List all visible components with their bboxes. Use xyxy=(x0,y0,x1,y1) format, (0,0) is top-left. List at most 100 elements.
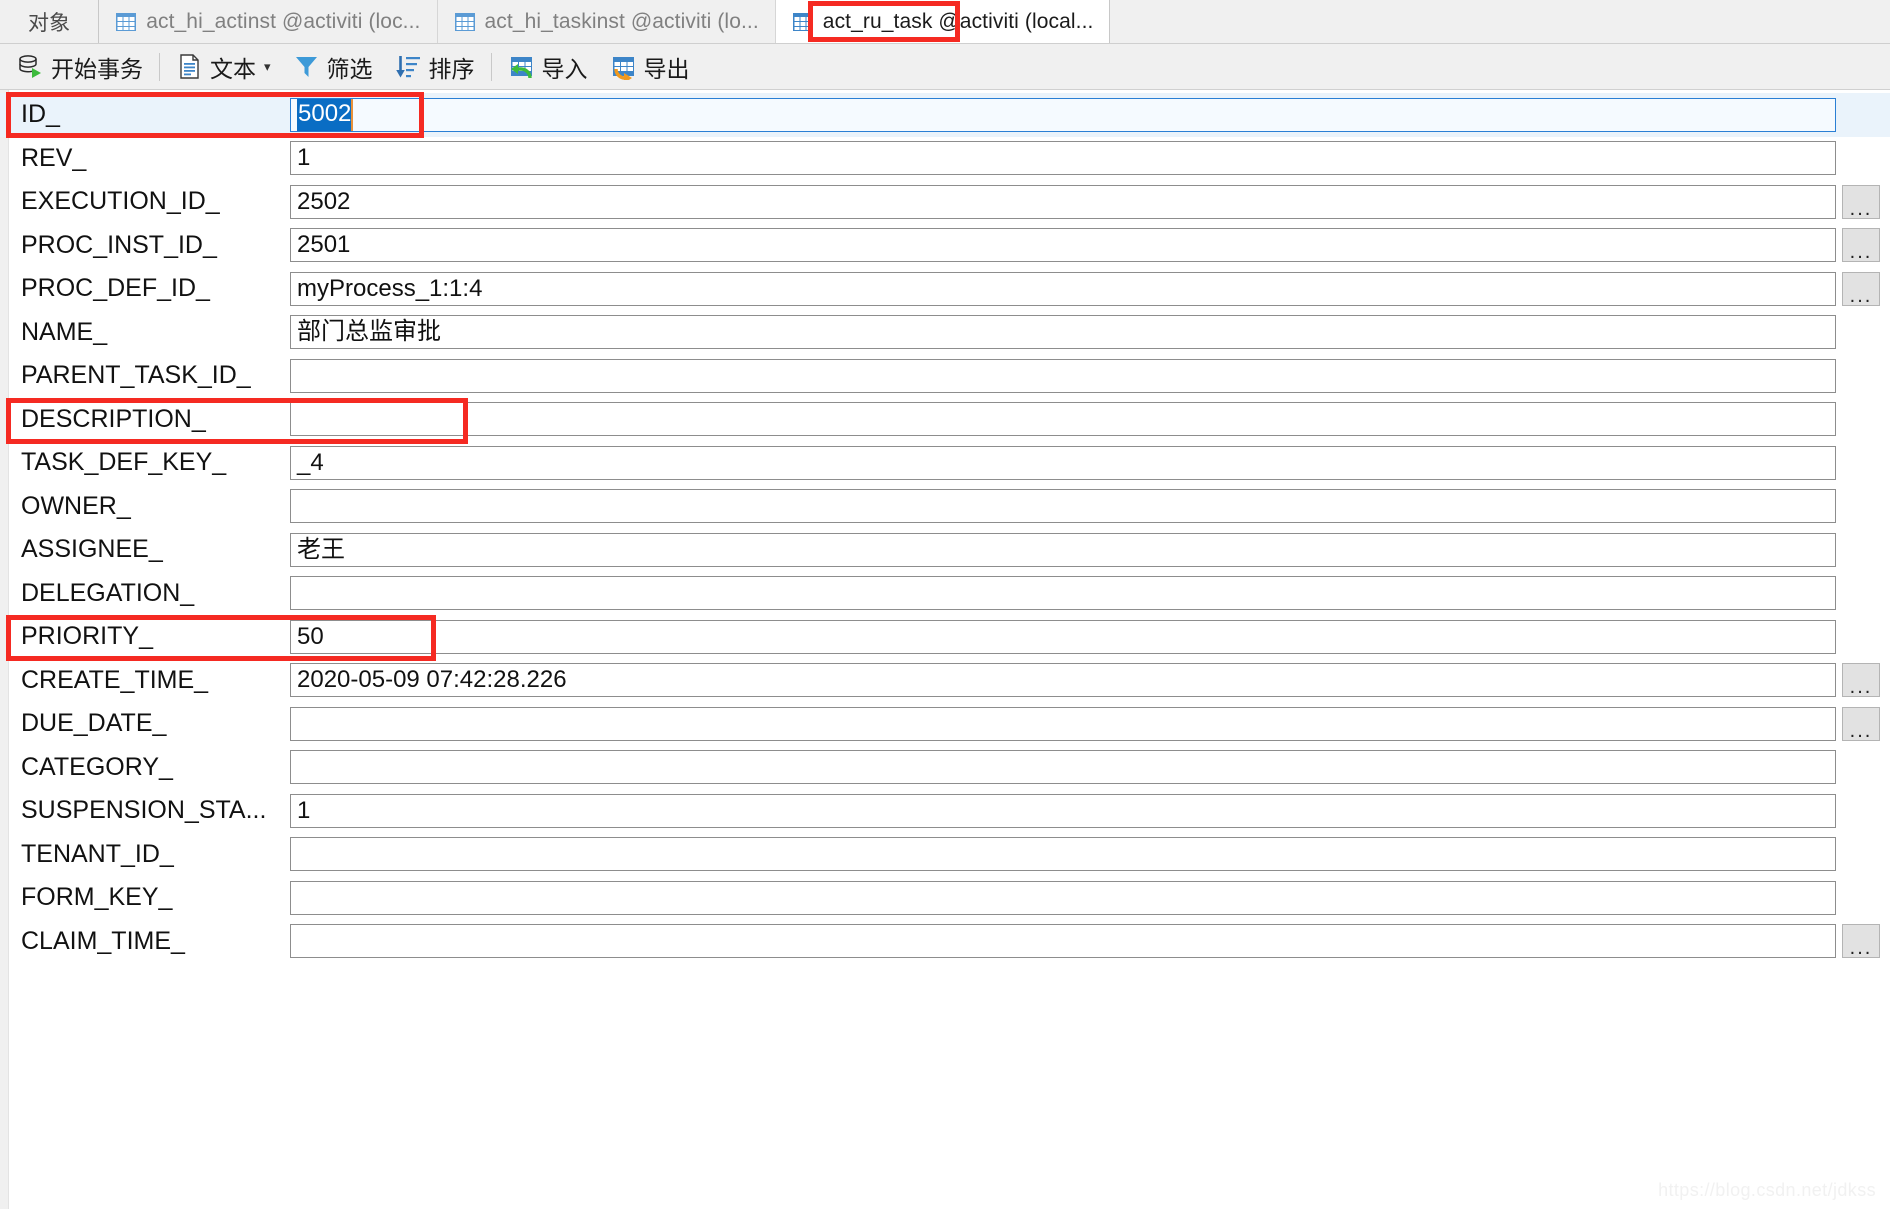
field-input[interactable]: 5002 xyxy=(290,97,1836,132)
ellipsis-button-spacer xyxy=(1842,794,1880,828)
ellipsis-button[interactable]: ... xyxy=(1842,663,1880,698)
field-input[interactable] xyxy=(290,924,1836,959)
field-input[interactable]: 1 xyxy=(290,141,1836,176)
field-label: DUE_DATE_ xyxy=(21,709,167,738)
field-row-form-key[interactable]: FORM_KEY_ xyxy=(0,876,1890,920)
field-input[interactable] xyxy=(290,576,1836,611)
field-row-parent-task-id[interactable]: PARENT_TASK_ID_ xyxy=(0,354,1890,398)
text-label: 文本 xyxy=(210,55,256,82)
field-input[interactable] xyxy=(290,706,1836,741)
field-row-proc-def-id[interactable]: PROC_DEF_ID_ myProcess_1:1:4... xyxy=(0,267,1890,311)
tab-act-ru-task[interactable]: act_ru_task @activiti (local... xyxy=(775,0,1111,43)
field-row-due-date[interactable]: DUE_DATE_... xyxy=(0,702,1890,746)
export-icon xyxy=(610,53,637,83)
field-input[interactable]: 2020-05-09 07:42:28.226 xyxy=(290,663,1836,698)
field-wrapper: ... xyxy=(290,920,1890,964)
filter-icon xyxy=(293,53,320,80)
field-label: CATEGORY_ xyxy=(21,752,173,781)
field-wrapper: 老王 xyxy=(290,528,1890,572)
text-icon xyxy=(176,53,203,80)
field-input[interactable] xyxy=(290,880,1836,915)
filter-label: 筛选 xyxy=(326,55,373,82)
table-icon xyxy=(115,11,137,33)
text-button[interactable]: 文本 ▾ xyxy=(165,47,282,87)
field-wrapper: 1 xyxy=(290,137,1890,181)
field-row-task-def-key[interactable]: TASK_DEF_KEY_ _4 xyxy=(0,441,1890,485)
field-input[interactable] xyxy=(290,489,1836,524)
field-row-assignee[interactable]: ASSIGNEE_ 老王 xyxy=(0,528,1890,572)
tab-objects[interactable]: 对象 xyxy=(0,0,100,43)
field-row-priority[interactable]: PRIORITY_ 50 xyxy=(0,615,1890,659)
begin-transaction-icon xyxy=(17,53,44,80)
field-row-owner[interactable]: OWNER_ xyxy=(0,485,1890,529)
field-wrapper: _4 xyxy=(290,441,1890,485)
field-row-create-time[interactable]: CREATE_TIME_ 2020-05-09 07:42:28.226... xyxy=(0,659,1890,703)
navicat-table-form-window: 对象 act_hi_actinst @activiti (loc... act_… xyxy=(0,0,1890,1209)
field-wrapper: 50 xyxy=(290,615,1890,659)
field-input[interactable]: 1 xyxy=(290,793,1836,828)
field-row-name[interactable]: NAME_ 部门总监审批 xyxy=(0,311,1890,355)
ellipsis-button[interactable]: ... xyxy=(1842,228,1880,263)
field-row-rev[interactable]: REV_ 1 xyxy=(0,137,1890,181)
ellipsis-button[interactable]: ... xyxy=(1842,184,1880,219)
tab-act-hi-actinst[interactable]: act_hi_actinst @activiti (loc... xyxy=(99,0,438,43)
field-row-suspension-sta[interactable]: SUSPENSION_STA... 1 xyxy=(0,789,1890,833)
field-wrapper xyxy=(290,572,1890,616)
tab-act-ru-task-label: act_ru_task @activiti (local... xyxy=(822,9,1094,33)
ellipsis-button-spacer xyxy=(1842,315,1880,349)
field-wrapper xyxy=(290,833,1890,877)
field-label: FORM_KEY_ xyxy=(21,883,173,912)
field-input[interactable]: 50 xyxy=(290,619,1836,654)
field-label: PROC_INST_ID_ xyxy=(21,230,217,259)
field-label: PROC_DEF_ID_ xyxy=(21,274,210,303)
field-input[interactable]: myProcess_1:1:4 xyxy=(290,271,1836,306)
field-wrapper: 1 xyxy=(290,789,1890,833)
form-rows: ID_ 5002 REV_ 1 EXECUTION_ID_ 2502... PROC_INS… xyxy=(0,93,1890,963)
export-button[interactable]: 导出 xyxy=(599,47,701,87)
field-label: DESCRIPTION_ xyxy=(21,404,206,433)
ellipsis-button[interactable]: ... xyxy=(1842,924,1880,959)
field-row-tenant-id[interactable]: TENANT_ID_ xyxy=(0,833,1890,877)
chevron-down-icon[interactable]: ▾ xyxy=(264,59,271,75)
ellipsis-button[interactable]: ... xyxy=(1842,271,1880,306)
field-label: DELEGATION_ xyxy=(21,578,195,607)
ellipsis-button-spacer xyxy=(1842,98,1880,132)
watermark: https://blog.csdn.net/jdkss xyxy=(1658,1180,1876,1200)
field-row-description[interactable]: DESCRIPTION_ xyxy=(0,398,1890,442)
begin-transaction-button[interactable]: 开始事务 xyxy=(6,47,154,87)
field-wrapper: 2501... xyxy=(290,224,1890,268)
field-input[interactable]: _4 xyxy=(290,445,1836,480)
field-input[interactable]: 老王 xyxy=(290,532,1836,567)
field-row-execution-id[interactable]: EXECUTION_ID_ 2502... xyxy=(0,180,1890,224)
field-label: ID_ xyxy=(21,100,60,129)
record-form: ID_ 5002 REV_ 1 EXECUTION_ID_ 2502... PROC_INS… xyxy=(0,90,1890,1209)
ellipsis-button[interactable]: ... xyxy=(1842,706,1880,741)
field-wrapper: 部门总监审批 xyxy=(290,311,1890,355)
field-wrapper xyxy=(290,485,1890,529)
tab-act-hi-taskinst[interactable]: act_hi_taskinst @activiti (lo... xyxy=(437,0,776,43)
field-input[interactable]: 2501 xyxy=(290,228,1836,263)
filter-button[interactable]: 筛选 xyxy=(282,47,384,87)
field-input[interactable] xyxy=(290,750,1836,785)
import-button[interactable]: 导入 xyxy=(497,47,599,87)
ellipsis-button-spacer xyxy=(1842,881,1880,915)
field-input[interactable]: 部门总监审批 xyxy=(290,315,1836,350)
field-label: ASSIGNEE_ xyxy=(21,535,163,564)
field-label: PRIORITY_ xyxy=(21,622,153,651)
field-input[interactable] xyxy=(290,358,1836,393)
field-input[interactable] xyxy=(290,402,1836,437)
field-input[interactable] xyxy=(290,837,1836,872)
field-row-id[interactable]: ID_ 5002 xyxy=(0,93,1890,137)
sort-button[interactable]: 排序 xyxy=(384,47,486,87)
field-row-category[interactable]: CATEGORY_ xyxy=(0,746,1890,790)
field-row-delegation[interactable]: DELEGATION_ xyxy=(0,572,1890,616)
field-input[interactable]: 2502 xyxy=(290,184,1836,219)
table-icon xyxy=(792,11,814,33)
tab-act-hi-actinst-label: act_hi_actinst @activiti (loc... xyxy=(146,9,421,33)
field-row-claim-time[interactable]: CLAIM_TIME_... xyxy=(0,920,1890,964)
ellipsis-button-spacer xyxy=(1842,446,1880,480)
field-wrapper: 2502... xyxy=(290,180,1890,224)
field-wrapper xyxy=(290,398,1890,442)
field-row-proc-inst-id[interactable]: PROC_INST_ID_ 2501... xyxy=(0,224,1890,268)
tab-objects-label: 对象 xyxy=(28,11,71,35)
